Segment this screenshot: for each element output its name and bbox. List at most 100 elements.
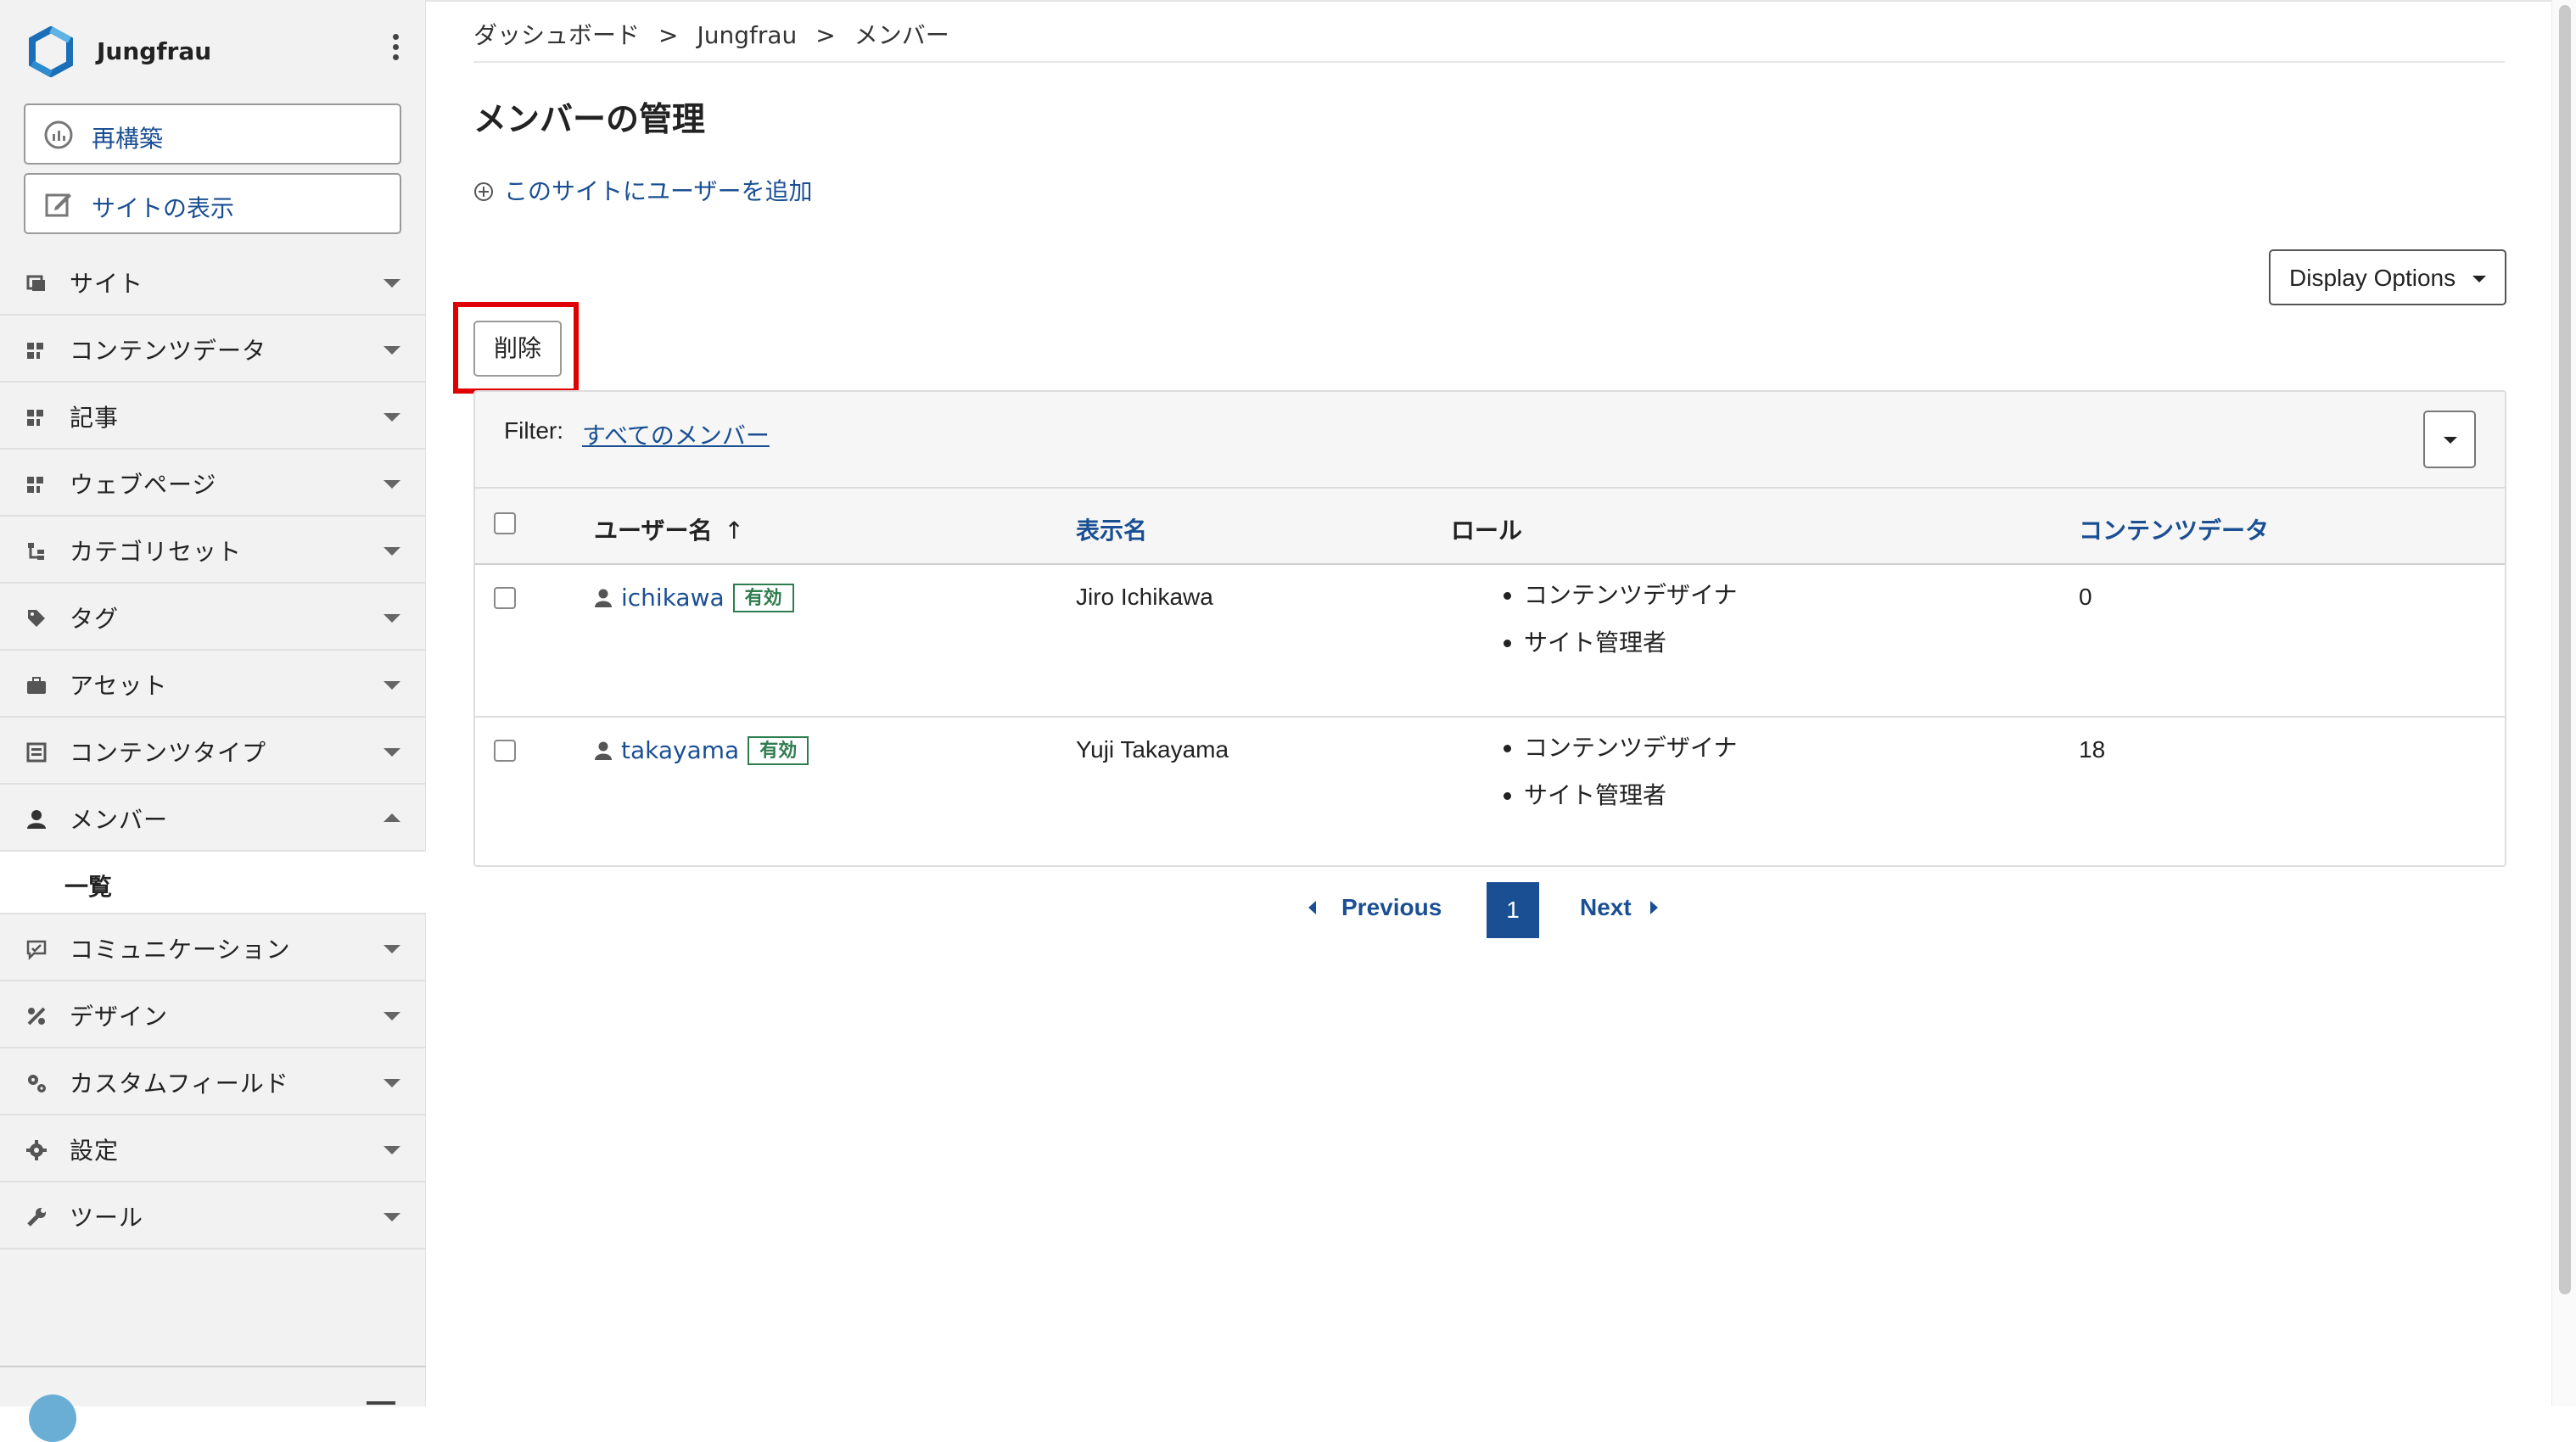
display-options-label: Display Options xyxy=(2289,265,2456,291)
role-item: サイト管理者 xyxy=(1524,626,1737,673)
sidebar-item-label: カスタムフィールド xyxy=(70,1070,289,1098)
row-checkbox[interactable] xyxy=(494,587,516,609)
column-header-display-name[interactable]: 表示名 xyxy=(1076,512,1147,546)
sidebar-item-label: コンテンツデータ xyxy=(70,337,267,365)
site-icon xyxy=(26,275,45,291)
sidebar-item-label: 設定 xyxy=(70,1137,120,1165)
user-icon xyxy=(595,741,612,760)
sidebar-item-label: メンバー xyxy=(70,806,169,834)
divider xyxy=(473,61,2505,63)
sidebar-item-assets[interactable]: アセット xyxy=(0,651,426,718)
column-label: ユーザー名 xyxy=(594,517,713,545)
breadcrumb-dashboard[interactable]: ダッシュボード xyxy=(473,21,640,49)
chevron-down-icon xyxy=(384,945,400,953)
add-user-link[interactable]: このサイトにユーザーを追加 xyxy=(473,173,812,207)
role-item: コンテンツデザイナ xyxy=(1524,578,1737,626)
sidebar-item-tools[interactable]: ツール xyxy=(0,1182,426,1249)
sidebar-item-label: カテゴリセット xyxy=(70,538,243,566)
sidebar-item-webpages[interactable]: ウェブページ xyxy=(0,450,426,517)
column-header-content-data[interactable]: コンテンツデータ xyxy=(2079,512,2269,546)
chevron-down-icon xyxy=(384,279,400,288)
edit-square-icon xyxy=(45,193,71,217)
breadcrumb-separator: > xyxy=(815,21,836,49)
sidebar-item-settings[interactable]: 設定 xyxy=(0,1115,426,1182)
chevron-down-icon xyxy=(384,1146,400,1154)
breadcrumb-site[interactable]: Jungfrau xyxy=(697,21,797,49)
sidebar-subitem-list[interactable]: 一覧 xyxy=(0,852,426,914)
avatar[interactable] xyxy=(29,1394,76,1442)
next-page-button[interactable]: Next xyxy=(1580,894,1658,921)
role-item: コンテンツデザイナ xyxy=(1524,731,1737,779)
content-count-cell: 0 xyxy=(2079,584,2092,610)
status-badge: 有効 xyxy=(732,584,794,612)
column-header-role: ロール xyxy=(1451,517,1523,545)
display-name-cell: Jiro Ichikawa xyxy=(1076,584,1213,610)
vertical-scrollbar[interactable] xyxy=(2551,0,2576,1406)
filter-bar: Filter: すべてのメンバー xyxy=(475,392,2505,489)
previous-page-button[interactable]: Previous xyxy=(1308,894,1442,921)
table-header: ユーザー名 ↑ 表示名 ロール コンテンツデータ xyxy=(475,489,2505,565)
breadcrumb: ダッシュボード > Jungfrau > メンバー xyxy=(473,17,949,51)
sidebar-item-site[interactable]: サイト xyxy=(0,249,426,316)
content-data-icon xyxy=(27,343,43,359)
page-title: メンバーの管理 xyxy=(473,101,706,139)
select-all-checkbox[interactable] xyxy=(494,512,516,534)
add-user-label: このサイトにユーザーを追加 xyxy=(504,177,813,205)
sidebar-item-label: コミュニケーション xyxy=(70,936,291,964)
sidebar-item-tags[interactable]: タグ xyxy=(0,584,426,651)
caret-down-icon xyxy=(2444,437,2457,444)
sidebar-item-content-types[interactable]: コンテンツタイプ xyxy=(0,718,426,785)
sidebar-footer xyxy=(0,1366,426,1442)
chevron-down-icon xyxy=(384,748,400,757)
sidebar-nav: サイト コンテンツデータ 記事 ウェブページ カテゴリセット タグ アセット コ… xyxy=(0,249,426,1249)
rebuild-button[interactable]: 再構築 xyxy=(24,103,401,165)
sidebar-item-content-data[interactable]: コンテンツデータ xyxy=(0,316,426,383)
chevron-down-icon xyxy=(384,1079,400,1087)
sidebar-item-label: デザイン xyxy=(70,1003,169,1031)
sidebar-item-design[interactable]: デザイン xyxy=(0,981,426,1048)
user-icon xyxy=(595,589,612,607)
role-list: コンテンツデザイナ サイト管理者 xyxy=(1493,578,1737,673)
sidebar-item-custom-fields[interactable]: カスタムフィールド xyxy=(0,1048,426,1115)
display-options-button[interactable]: Display Options xyxy=(2269,249,2506,305)
breadcrumb-separator: > xyxy=(658,21,679,49)
sidebar-item-entries[interactable]: 記事 xyxy=(0,383,426,450)
asset-briefcase-icon xyxy=(27,677,46,694)
next-label: Next xyxy=(1580,894,1632,920)
filter-label: Filter: xyxy=(504,417,563,444)
more-vertical-icon[interactable] xyxy=(387,34,404,68)
table-row: ichikawa有効 Jiro Ichikawa コンテンツデザイナ サイト管理… xyxy=(475,565,2505,718)
sidebar-item-members[interactable]: メンバー xyxy=(0,785,426,852)
username-link[interactable]: ichikawa xyxy=(621,584,725,612)
view-site-button[interactable]: サイトの表示 xyxy=(24,173,401,234)
filter-dropdown-button[interactable] xyxy=(2423,411,2476,468)
sidebar-item-label: ツール xyxy=(70,1204,144,1232)
view-site-label: サイトの表示 xyxy=(92,194,235,222)
table-row: takayama 有効 Yuji Takayama コンテンツデザイナ サイト管理… xyxy=(475,718,2505,865)
current-page-button[interactable]: 1 xyxy=(1487,882,1539,938)
main-content: ダッシュボード > Jungfrau > メンバー メンバーの管理 このサイトにユーザー… xyxy=(426,0,2576,1406)
menu-icon[interactable] xyxy=(367,1401,395,1405)
scrollbar-thumb[interactable] xyxy=(2559,5,2571,1294)
sidebar-item-category-sets[interactable]: カテゴリセット xyxy=(0,517,426,584)
chevron-up-icon xyxy=(384,813,400,822)
username-cell: takayama 有効 xyxy=(594,736,809,765)
role-item: サイト管理者 xyxy=(1524,779,1737,826)
rebuild-label: 再構築 xyxy=(92,125,164,153)
caret-right-icon xyxy=(1649,901,1658,914)
entry-icon xyxy=(27,410,43,426)
custom-field-icon xyxy=(28,1075,46,1093)
username-link[interactable]: takayama xyxy=(621,736,739,764)
sidebar-item-label: 記事 xyxy=(70,404,120,432)
sidebar-subitem-label: 一覧 xyxy=(64,873,113,901)
previous-label: Previous xyxy=(1341,894,1442,920)
sidebar-item-label: ウェブページ xyxy=(70,471,217,499)
row-checkbox[interactable] xyxy=(494,740,516,762)
filter-value-link[interactable]: すべてのメンバー xyxy=(582,417,770,451)
sidebar-item-label: タグ xyxy=(70,605,120,633)
design-icon xyxy=(27,1007,46,1026)
column-header-username[interactable]: ユーザー名 ↑ xyxy=(594,512,744,546)
delete-button[interactable]: 削除 xyxy=(473,321,562,377)
sidebar-item-communication[interactable]: コミュニケーション xyxy=(0,914,426,981)
settings-gear-icon xyxy=(26,1140,47,1160)
